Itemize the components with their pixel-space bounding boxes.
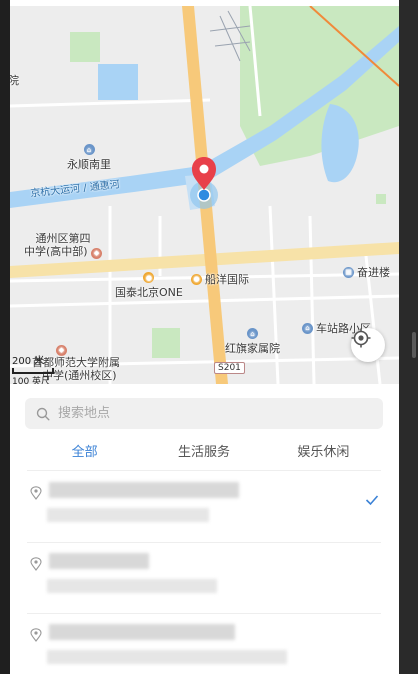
poi-chuanyang[interactable]: ● 船洋国际 [191, 271, 249, 287]
scale-label: 200 米 [12, 356, 45, 367]
search-icon [36, 407, 50, 420]
result-address-redacted [47, 579, 217, 593]
poi-hongqi-label: 红旗家属院 [225, 342, 280, 355]
school-icon: ◆ [56, 345, 67, 356]
scroll-handle[interactable] [412, 332, 416, 358]
tab-life-services[interactable]: 生活服务 [144, 440, 263, 470]
shop-icon: ● [191, 273, 202, 285]
search-input[interactable] [56, 405, 360, 422]
residence-icon: ⌂ [247, 328, 258, 339]
park-area-tiny [376, 194, 386, 204]
device-edge [399, 0, 418, 674]
result-item[interactable] [27, 472, 381, 543]
place-picker-sheet: 全部 生活服务 娱乐休闲 [10, 384, 399, 674]
map-view[interactable]: 院 ⌂ 永顺南里 京杭大运河 / 通惠河 通州区第四 中学(高中部) ◆ ● 船… [10, 6, 399, 384]
park-area-small [152, 328, 180, 358]
crosshair-icon [351, 328, 371, 348]
result-item[interactable] [27, 614, 381, 674]
map-pin-icon [190, 157, 218, 209]
location-outline-icon [30, 628, 42, 642]
search-bar[interactable] [25, 398, 383, 429]
category-tabs: 全部 生活服务 娱乐休闲 [25, 440, 383, 470]
locate-me-button[interactable] [351, 328, 385, 362]
scale-sublabel: 100 英尺 [12, 377, 51, 384]
poi-school-line1: 通州区第四 [35, 232, 91, 245]
tab-entertainment[interactable]: 娱乐休闲 [264, 440, 383, 470]
pond [98, 64, 138, 100]
poi-school-line2-row: 中学(高中部) ◆ [24, 245, 103, 259]
poi-fenjin-label: 奋进楼 [357, 266, 390, 279]
poi-guotai[interactable]: ● 国泰北京ONE [115, 272, 183, 300]
road-badge-s201: S201 [214, 362, 245, 374]
park-area [70, 32, 100, 62]
poi-guotai-label: 国泰北京ONE [115, 286, 183, 299]
map-label-edge: 院 [10, 74, 19, 87]
office-icon: ▦ [343, 266, 354, 278]
phone-screen: 院 ⌂ 永顺南里 京杭大运河 / 通惠河 通州区第四 中学(高中部) ◆ ● 船… [10, 0, 399, 674]
result-title-redacted [49, 482, 239, 498]
poi-school-line2: 中学(高中部) [24, 245, 88, 258]
tabs-divider [27, 470, 381, 471]
poi-yongshun[interactable]: ⌂ 永顺南里 [67, 144, 111, 172]
result-title-redacted [49, 553, 149, 569]
result-title-redacted [49, 624, 235, 640]
school-icon: ◆ [91, 248, 103, 259]
tab-all[interactable]: 全部 [25, 440, 144, 470]
building-icon: ● [143, 272, 155, 283]
poi-hongqi[interactable]: ⌂ 红旗家属院 [225, 328, 280, 356]
result-address-redacted [47, 650, 287, 664]
location-outline-icon [30, 557, 42, 571]
map-scale: 200 米 100 英尺 [12, 352, 54, 384]
poi-fenjin[interactable]: ▦ 奋进楼 [343, 264, 390, 280]
result-item[interactable] [27, 543, 381, 614]
result-address-redacted [47, 508, 209, 522]
poi-yongshun-label: 永顺南里 [67, 158, 111, 171]
location-outline-icon [30, 486, 42, 500]
checkmark-icon [365, 495, 379, 506]
poi-chuanyang-label: 船洋国际 [205, 273, 249, 286]
residence-icon: ⌂ [83, 144, 95, 155]
residence-icon: ⌂ [302, 322, 313, 334]
poi-school[interactable]: 通州区第四 中学(高中部) ◆ [24, 232, 103, 259]
